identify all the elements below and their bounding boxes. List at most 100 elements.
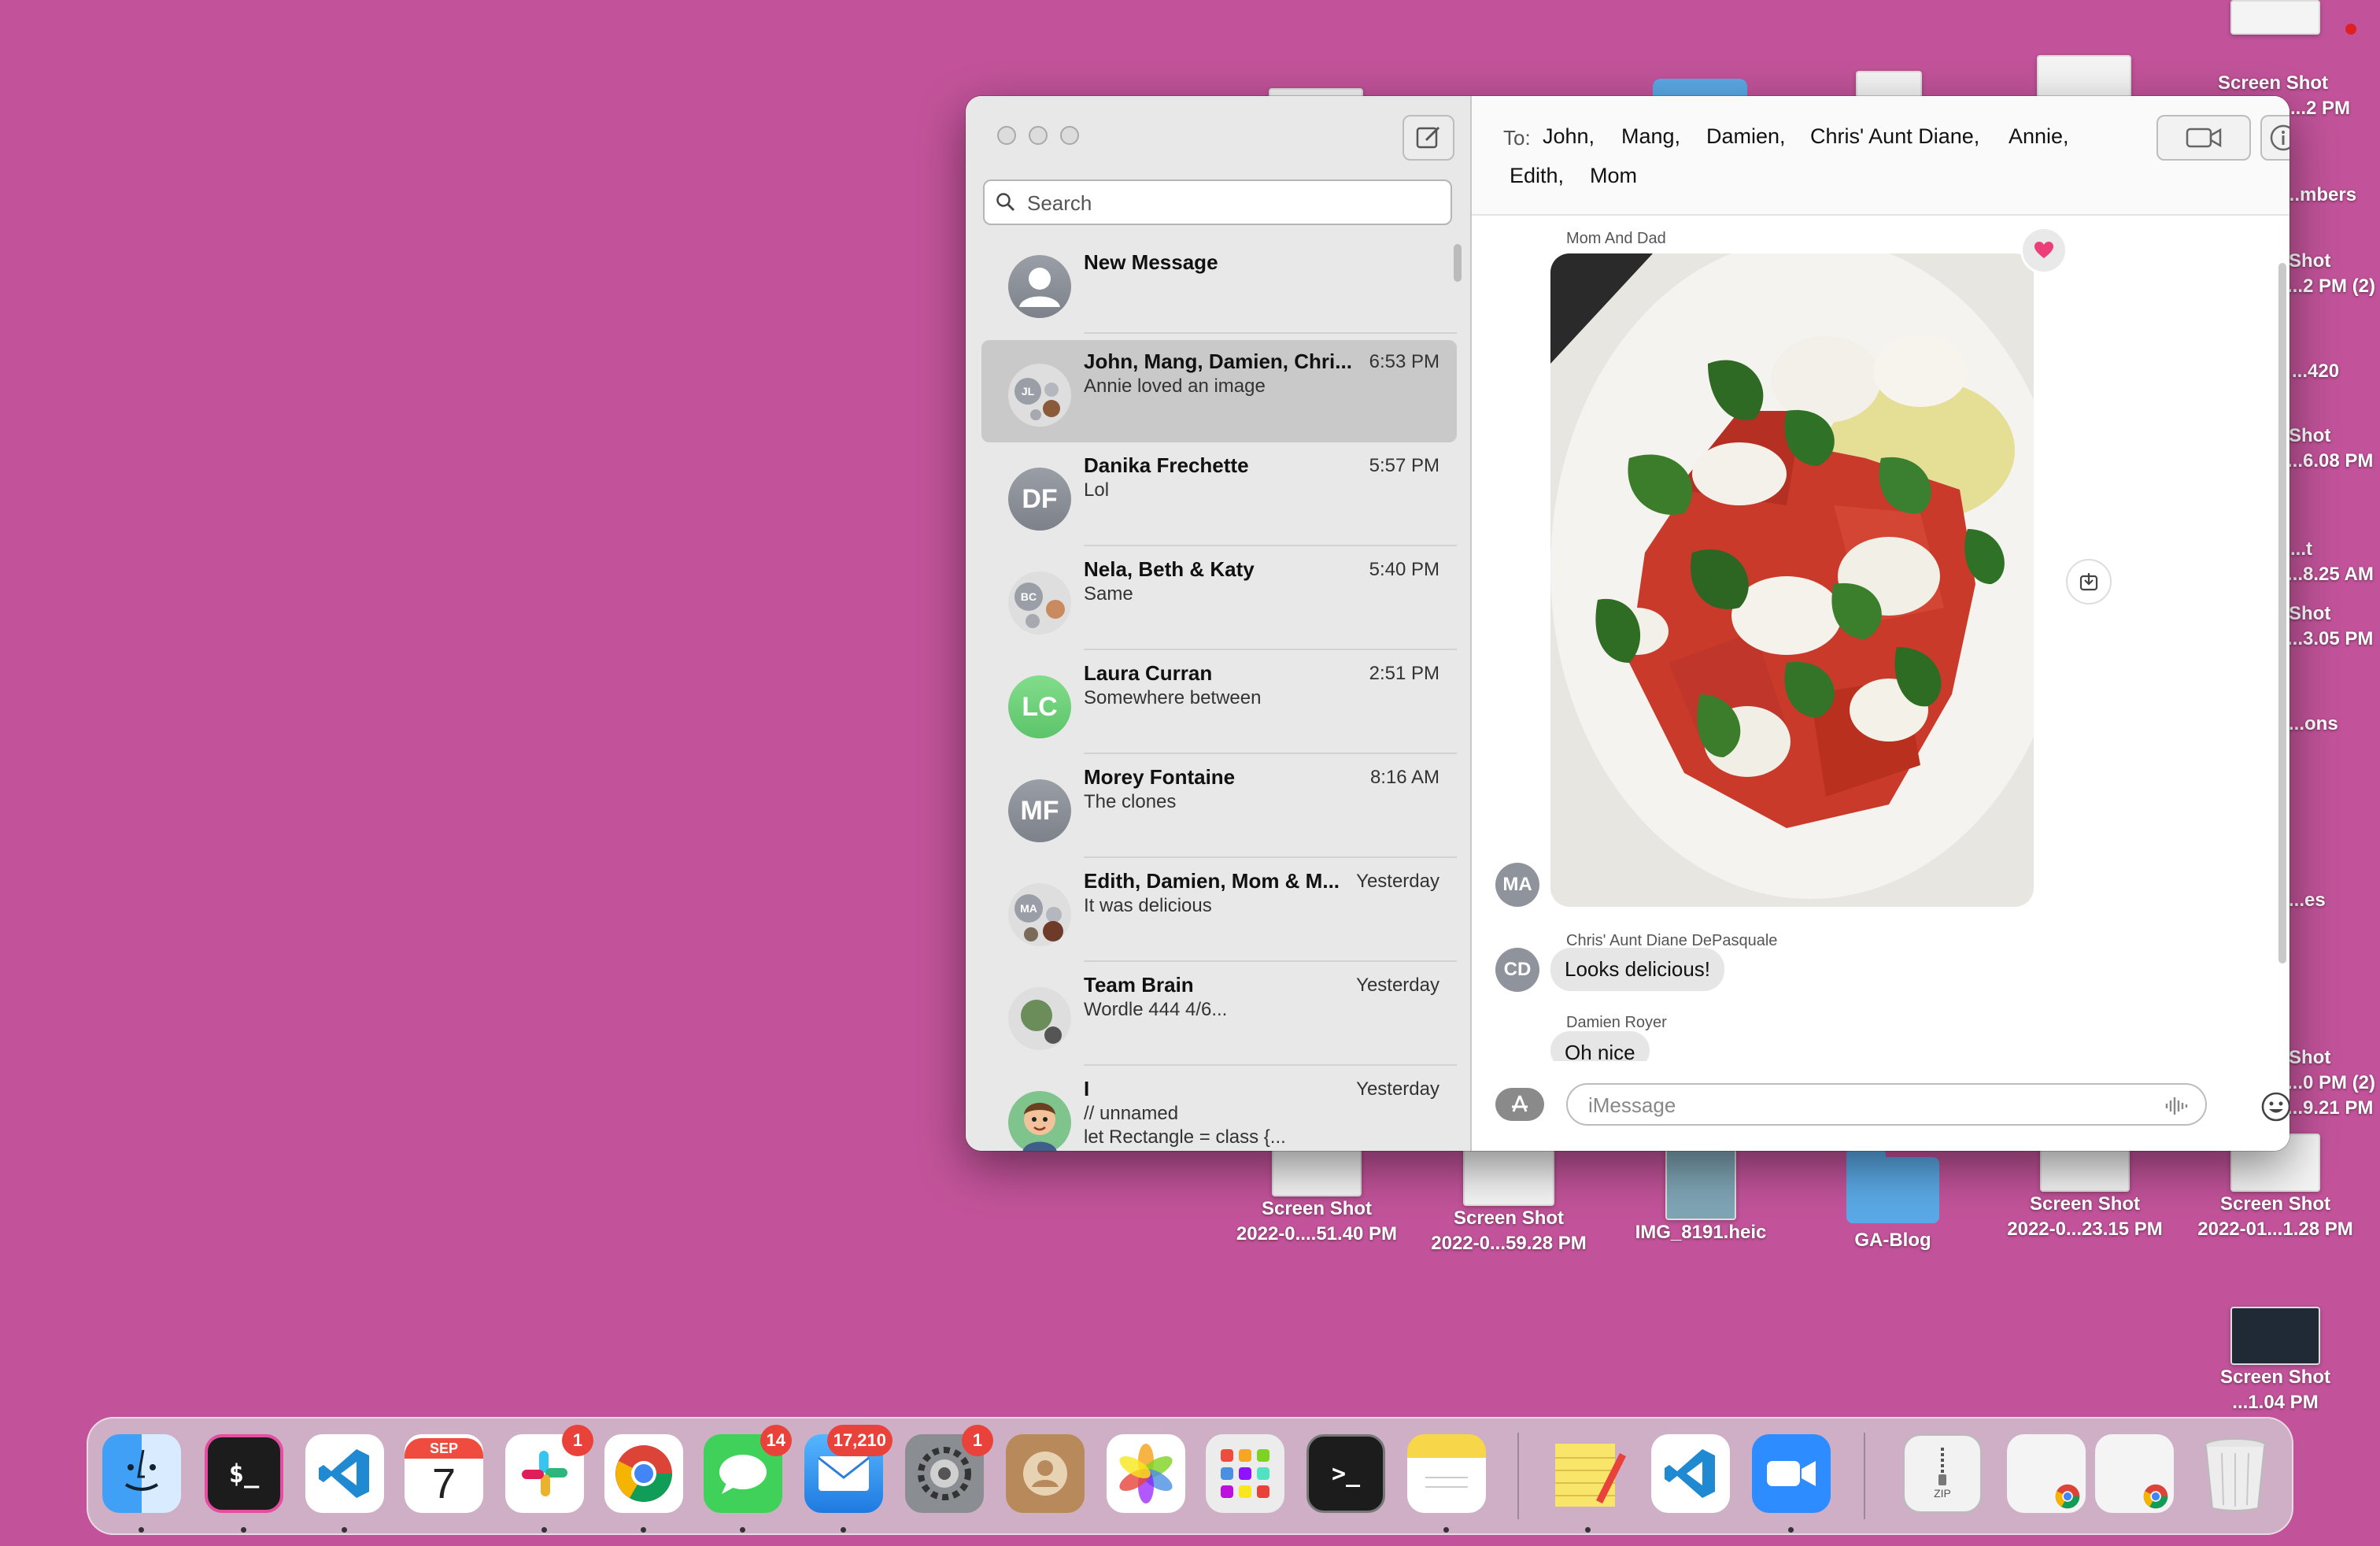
desktop-icon-label: ...1.04 PM (2232, 1392, 2319, 1413)
desktop-icon-label: IMG_8191.heic (1635, 1222, 1767, 1243)
app-store-icon (1512, 1095, 1528, 1112)
running-indicator (641, 1527, 646, 1533)
recipient-token[interactable]: John, (1543, 124, 1595, 149)
save-image-button[interactable] (2066, 559, 2112, 605)
dock-system-preferences[interactable]: 1 (905, 1425, 993, 1513)
dock-finder[interactable] (102, 1434, 181, 1513)
dock-mail[interactable]: 17,210 (804, 1425, 893, 1513)
dock-vscode[interactable] (305, 1434, 384, 1513)
avatar: LC (1008, 675, 1071, 738)
running-indicator (541, 1527, 547, 1533)
search-input[interactable] (1026, 187, 1438, 219)
compose-icon (1416, 126, 1440, 149)
dock-trash[interactable] (2196, 1434, 2275, 1513)
vscode-icon (319, 1449, 369, 1498)
dock-iterm[interactable]: $_ (205, 1434, 283, 1513)
desktop-icon-screenshot-2[interactable]: Screen Shot 2022-0...59.28 PM (1410, 1143, 1607, 1256)
chat-scrollbar[interactable] (2278, 263, 2286, 963)
compose-button[interactable] (1402, 115, 1454, 161)
dock-vscode-2[interactable] (1651, 1434, 1730, 1513)
conversation-time: Yesterday (1356, 871, 1439, 892)
conversation-item[interactable]: MF Morey Fontaine 8:16 AM The clones (981, 756, 1457, 858)
desktop-icon-screenshot-5[interactable]: Screen Shot ...1.04 PM (2177, 1307, 2374, 1415)
desktop-icon-folder[interactable]: GA-Blog (1794, 1149, 1991, 1253)
recipient-token[interactable]: Mang, (1621, 124, 1680, 149)
dock-zoom[interactable] (1752, 1434, 1831, 1513)
dock-notes[interactable] (1407, 1434, 1486, 1513)
running-indicator (241, 1527, 246, 1533)
app-store-button[interactable] (1495, 1088, 1544, 1121)
video-call-button[interactable] (2156, 115, 2251, 161)
desktop-icon-label: GA-Blog (1854, 1230, 1931, 1251)
audio-waveform-icon[interactable] (2164, 1094, 2188, 1118)
info-button[interactable] (2260, 115, 2289, 161)
heart-reaction[interactable] (2020, 227, 2068, 274)
dock-photos[interactable] (1107, 1434, 1185, 1513)
recipient-token[interactable]: Mom (1590, 164, 1637, 188)
dock-chrome-document-1[interactable] (2007, 1434, 2086, 1513)
dock-stickies[interactable] (1549, 1434, 1628, 1513)
recipient-token[interactable]: Damien, (1706, 124, 1786, 149)
mini-avatar (1046, 907, 1062, 923)
conversation-item[interactable]: Team Brain Yesterday Wordle 444 4/6... (981, 963, 1457, 1066)
minimize-button[interactable] (1029, 126, 1048, 145)
video-camera-icon (1767, 1461, 1816, 1486)
zoom-button[interactable] (1060, 126, 1079, 145)
search-icon (996, 193, 1014, 211)
conversation-name: Morey Fontaine (1084, 765, 1236, 789)
desktop-icon-label: 2022-0...59.28 PM (1431, 1233, 1587, 1254)
person-icon (1019, 268, 1060, 307)
divider (1084, 753, 1457, 754)
launchpad-grid-icon (1221, 1449, 1269, 1498)
calendar-month: SEP (405, 1438, 483, 1459)
mini-avatar (1044, 1026, 1062, 1044)
zipper-icon (1938, 1448, 1946, 1485)
conversation-sidebar: New Message JL John, Mang, Damien, Chri.… (966, 96, 1472, 1151)
screenshot-thumbnail (2037, 55, 2131, 101)
dock-archive[interactable]: ZIP (1903, 1434, 1982, 1513)
desktop-edge-label: Shot (2289, 603, 2331, 624)
conversation-item[interactable]: BC Nela, Beth & Katy 5:40 PM Same (981, 548, 1457, 650)
recipient-token[interactable]: Chris' Aunt Diane, (1810, 124, 1979, 149)
conversation-preview: Annie loved an image (1084, 375, 1266, 397)
conversation-time: 6:53 PM (1369, 351, 1439, 372)
desktop-edge-label: ...3.05 PM (2287, 628, 2374, 649)
notepad-pencil-icon (1555, 1444, 1626, 1507)
desktop-icon-image[interactable]: IMG_8191.heic (1602, 1143, 1799, 1245)
message-field[interactable] (1566, 1083, 2207, 1126)
chat-header: To: John, Mang, Damien, Chris' Aunt Dian… (1472, 96, 2289, 216)
desktop-edge-label: ...6.08 PM (2287, 450, 2374, 472)
dock-slack[interactable]: 1 (505, 1425, 593, 1513)
recipient-token[interactable]: Edith, (1510, 164, 1564, 188)
sender-name: Damien Royer (1566, 1014, 1667, 1031)
memoji-icon (1022, 1103, 1057, 1151)
divider (1084, 649, 1457, 650)
sidebar-scrollbar[interactable] (1454, 244, 1462, 282)
mini-avatar (1021, 1000, 1052, 1031)
conversation-new-message[interactable]: New Message (981, 231, 1457, 334)
emoji-icon[interactable] (2260, 1091, 2289, 1123)
dock-terminal[interactable]: >_ (1306, 1434, 1385, 1513)
dock-chrome[interactable] (604, 1434, 683, 1513)
message-input[interactable] (1587, 1091, 2141, 1119)
conversation-item[interactable]: LC Laura Curran 2:51 PM Somewhere betwee… (981, 652, 1457, 754)
calendar-day: 7 (431, 1460, 456, 1507)
conversation-item[interactable]: DF Danika Frechette 5:57 PM Lol (981, 444, 1457, 546)
recipient-token[interactable]: Annie, (2009, 124, 2069, 149)
message-image[interactable] (1550, 253, 2034, 907)
terminal-prompt-icon: >_ (1331, 1459, 1361, 1488)
dock-launchpad[interactable] (1206, 1434, 1284, 1513)
close-button[interactable] (997, 126, 1016, 145)
conversation-item[interactable]: I Yesterday // unnamed let Rectangle = c… (981, 1067, 1457, 1151)
conversation-item[interactable]: MA Edith, Damien, Mom & M... Yesterday I… (981, 860, 1457, 962)
desktop-edge-label: ...t (2290, 538, 2312, 560)
dock-contacts[interactable] (1006, 1434, 1085, 1513)
avatar: MF (1008, 779, 1071, 842)
conversation-item[interactable]: JL John, Mang, Damien, Chri... 6:53 PM A… (981, 340, 1457, 442)
search-field[interactable] (983, 179, 1452, 225)
dock-messages[interactable]: 14 (704, 1425, 792, 1513)
message-bubble[interactable]: Looks delicious! (1550, 948, 1724, 991)
dock-chrome-document-2[interactable] (2095, 1434, 2174, 1513)
group-avatar (1008, 987, 1071, 1050)
dock-calendar[interactable]: SEP 7 (405, 1434, 483, 1513)
